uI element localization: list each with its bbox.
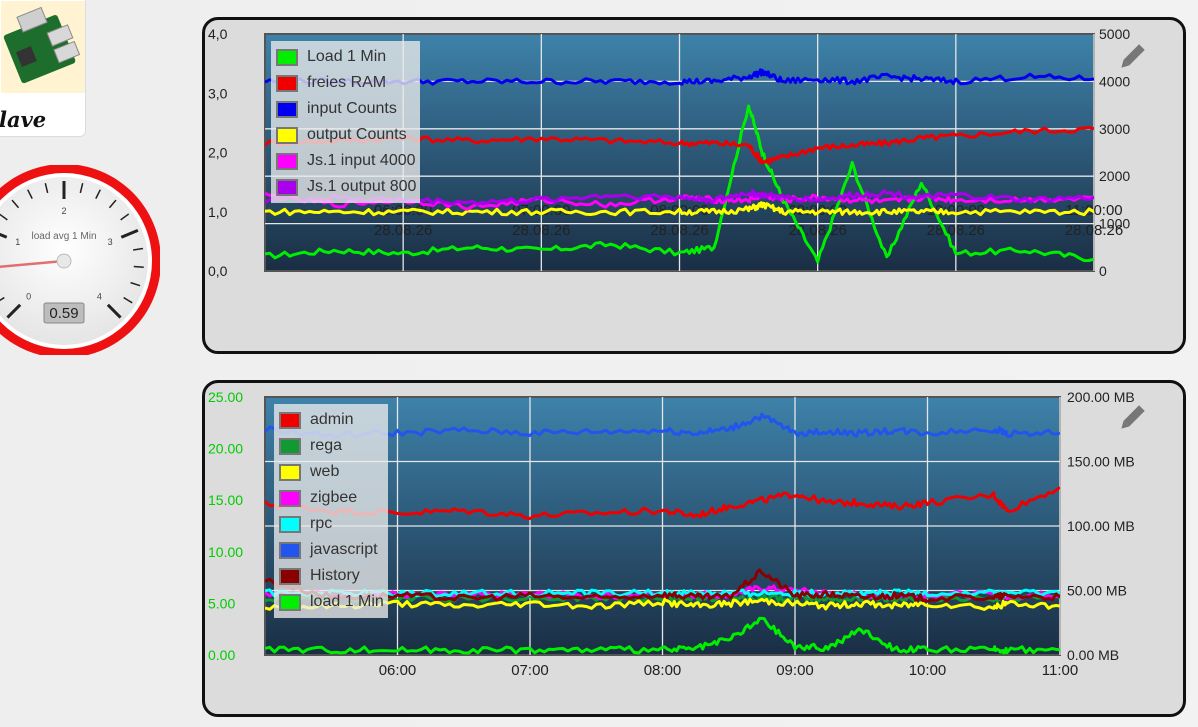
right-axis-tick-label: 0.00 MB [1067, 647, 1119, 663]
legend-swatch [276, 152, 298, 170]
chart-legend: Load 1 Min freies RAM input Counts output C… [271, 41, 421, 203]
legend-swatch [276, 100, 298, 118]
process-memory-chart-panel: 25.00 20.00 15.00 10.00 5.00 0.00 200.00 MB 150… [202, 380, 1186, 717]
legend-swatch [276, 48, 298, 66]
legend-swatch [276, 74, 298, 92]
legend-label: admin [310, 411, 354, 428]
legend-label: Load 1 Min [307, 48, 387, 65]
x-axis-tick-label: 08:00 [644, 662, 682, 679]
legend-item[interactable]: freies RAM [276, 70, 416, 96]
right-axis-tick-label: 50.00 MB [1067, 583, 1127, 599]
left-axis-tick-label: 15.00 [208, 492, 243, 508]
legend-label: output Counts [307, 126, 407, 143]
right-axis-tick-label: 100.00 MB [1067, 518, 1135, 534]
legend-item[interactable]: admin [279, 407, 384, 433]
gauge-tick-label: 0 [26, 291, 31, 301]
x-axis-date-label: 28.08.26 [650, 222, 708, 239]
gauge-value: 0.59 [49, 305, 78, 322]
gauge-tick-label: 4 [97, 291, 102, 301]
gauge-title: load avg 1 Min [31, 231, 96, 242]
legend-label: input Counts [307, 100, 397, 117]
legend-item[interactable]: input Counts [276, 96, 416, 122]
legend-label: Js.1 input 4000 [307, 152, 416, 169]
legend-item[interactable]: rpc [279, 511, 384, 537]
x-axis-date-label: 28.08.26 [374, 222, 432, 239]
legend-swatch [279, 437, 301, 455]
legend-swatch [279, 567, 301, 585]
left-axis-tick-label: 10.00 [208, 544, 243, 560]
x-axis-tick-label: 09:00 [776, 662, 814, 679]
legend-label: rpc [310, 515, 333, 532]
legend-label: javascript [310, 541, 378, 558]
legend-swatch [279, 489, 301, 507]
right-axis-tick-label: 3000 [1099, 121, 1130, 137]
x-axis-date-label: 28.08.26 [1065, 222, 1123, 239]
x-axis-tick-label: 11:00 [1042, 662, 1078, 679]
left-axis-tick-label: 20.00 [208, 441, 243, 457]
legend-label: freies RAM [307, 74, 387, 91]
legend-swatch [279, 593, 301, 611]
legend-label: History [310, 567, 360, 584]
legend-item[interactable]: Js.1 output 800 [276, 174, 416, 200]
slave-label: lave [0, 107, 47, 132]
gauge-tick [133, 265, 144, 269]
legend-item[interactable]: Js.1 input 4000 [276, 148, 416, 174]
legend-item[interactable]: web [279, 459, 384, 485]
legend-item[interactable]: Load 1 Min [276, 44, 416, 70]
legend-item[interactable]: rega [279, 433, 384, 459]
x-axis-date-label: 28.08.26 [927, 222, 985, 239]
left-axis-tick-label: 1,0 [208, 204, 228, 220]
left-axis-tick-label: 5.00 [208, 595, 235, 611]
legend-label: web [310, 463, 340, 480]
right-axis-tick-label: 4000 [1099, 73, 1130, 89]
legend-item[interactable]: javascript [279, 537, 384, 563]
raspberry-pi-image [1, 1, 85, 93]
right-axis-tick-label: 2000 [1099, 168, 1130, 184]
legend-swatch [276, 178, 298, 196]
system-load-chart-panel: 4,0 3,0 2,0 1,0 0,0 5000 4000 3000 2000 1000 0 06:0… [202, 17, 1186, 354]
gauge-tick-label: 3 [108, 237, 113, 247]
x-axis-tick-label: 06:00 [379, 662, 417, 679]
right-axis-tick-label: 150.00 MB [1067, 454, 1135, 470]
load-gauge: 0 1 2 3 4 load avg 1 Min 0.59 [0, 164, 161, 358]
gauge-tick-label: 1 [15, 237, 20, 247]
left-axis-tick-label: 0.00 [208, 647, 235, 663]
legend-swatch [279, 515, 301, 533]
legend-swatch [276, 126, 298, 144]
legend-item[interactable]: load 1 Min [279, 589, 384, 615]
legend-label: Js.1 output 800 [307, 178, 417, 195]
legend-swatch [279, 411, 301, 429]
legend-label: zigbee [310, 489, 358, 506]
left-axis-tick-label: 2,0 [208, 145, 228, 161]
slave-card[interactable]: lave [0, 0, 86, 137]
legend-item[interactable]: zigbee [279, 485, 384, 511]
legend-item[interactable]: History [279, 563, 384, 589]
left-axis-tick-label: 3,0 [208, 85, 228, 101]
legend-item[interactable]: output Counts [276, 122, 416, 148]
chart-legend: admin rega web zigbee rpc javascript History lo… [274, 404, 388, 618]
legend-label: rega [310, 437, 343, 454]
x-axis-date-label: 28.08.26 [512, 222, 570, 239]
legend-label: load 1 Min [310, 593, 384, 610]
gauge-tick-label: 2 [61, 206, 66, 216]
right-axis-tick-label: 0 [1099, 263, 1107, 279]
left-axis-tick-label: 25.00 [208, 389, 243, 405]
legend-swatch [279, 463, 301, 481]
left-axis-tick-label: 0,0 [208, 263, 228, 279]
x-axis-tick-label: 10:00 [909, 662, 947, 679]
x-axis-tick-label: 07:00 [511, 662, 549, 679]
left-axis-tick-label: 4,0 [208, 26, 228, 42]
legend-swatch [279, 541, 301, 559]
